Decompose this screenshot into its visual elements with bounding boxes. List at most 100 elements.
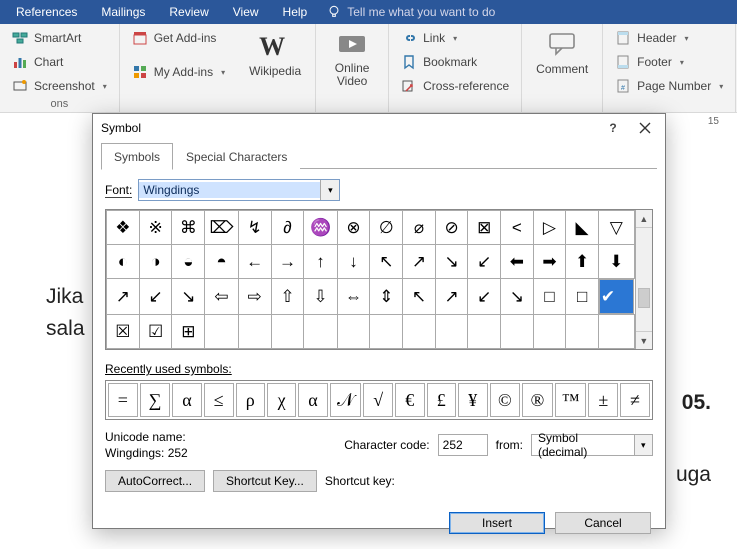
bookmark-button[interactable]: Bookmark (397, 52, 513, 72)
symbol-cell[interactable]: ↘ (172, 279, 205, 315)
scroll-down-button[interactable]: ▼ (636, 331, 652, 349)
header-button[interactable]: Header▾ (611, 28, 727, 48)
symbol-cell[interactable]: ♒ (304, 211, 337, 245)
symbol-cell[interactable]: □ (533, 279, 566, 315)
symbol-cell[interactable]: ⇨ (238, 279, 271, 315)
symbol-cell[interactable] (468, 315, 501, 349)
recent-symbol-cell[interactable]: α (172, 383, 202, 417)
symbol-cell[interactable]: ⇩ (304, 279, 337, 315)
link-button[interactable]: Link▾ (397, 28, 513, 48)
font-combo[interactable]: ▾ (138, 179, 340, 201)
scroll-up-button[interactable]: ▲ (636, 210, 652, 228)
comment-button[interactable]: Comment (530, 28, 594, 78)
recent-symbol-cell[interactable]: ≤ (204, 383, 234, 417)
symbol-cell[interactable] (304, 315, 337, 349)
symbol-cell[interactable] (403, 315, 436, 349)
symbol-cell[interactable]: ↗ (435, 279, 468, 315)
recent-symbol-cell[interactable]: α (298, 383, 328, 417)
symbol-cell[interactable]: ⊠ (468, 211, 501, 245)
symbol-cell[interactable]: ← (238, 245, 271, 279)
symbol-cell[interactable]: ◒ (172, 245, 205, 279)
tab-special-characters[interactable]: Special Characters (173, 143, 300, 170)
symbol-cell[interactable]: ↑ (304, 245, 337, 279)
symbol-cell[interactable]: ↗ (403, 245, 436, 279)
recent-symbol-cell[interactable]: = (108, 383, 138, 417)
shortcut-key-button[interactable]: Shortcut Key... (213, 470, 317, 492)
symbol-cell[interactable]: ➡ (533, 245, 566, 279)
chart-button[interactable]: Chart (8, 52, 111, 72)
wikipedia-button[interactable]: W Wikipedia (243, 30, 307, 80)
tab-view[interactable]: View (221, 1, 271, 23)
symbol-cell[interactable] (598, 315, 634, 349)
recent-symbol-cell[interactable]: ∑ (140, 383, 170, 417)
symbol-cell[interactable]: ⬆ (566, 245, 599, 279)
symbol-cell[interactable]: ⬇ (598, 245, 634, 279)
recent-symbol-cell[interactable]: √ (363, 383, 393, 417)
symbol-cell[interactable]: ☒ (107, 315, 140, 349)
grid-scrollbar[interactable]: ▲ ▼ (635, 210, 652, 349)
symbol-cell[interactable]: ▷ (533, 211, 566, 245)
recent-symbol-cell[interactable]: ™ (555, 383, 587, 417)
recent-symbol-cell[interactable]: ρ (236, 383, 265, 417)
recent-symbol-cell[interactable]: © (490, 383, 521, 417)
recent-symbol-cell[interactable]: χ (267, 383, 296, 417)
cross-reference-button[interactable]: Cross-reference (397, 76, 513, 96)
symbol-cell[interactable]: ⇧ (271, 279, 304, 315)
screenshot-button[interactable]: Screenshot▾ (8, 76, 111, 96)
symbol-cell[interactable]: ↓ (337, 245, 370, 279)
symbol-cell[interactable]: ◐ (107, 245, 140, 279)
symbol-cell[interactable] (337, 315, 370, 349)
symbol-cell[interactable] (370, 315, 403, 349)
symbol-cell[interactable]: ⇕ (370, 279, 403, 315)
scroll-thumb[interactable] (638, 288, 650, 308)
symbol-cell[interactable]: → (271, 245, 304, 279)
autocorrect-button[interactable]: AutoCorrect... (105, 470, 205, 492)
recent-symbol-cell[interactable]: ≠ (620, 383, 650, 417)
symbol-grid[interactable]: ❖※⌘⌦↯∂♒⊗∅⌀⊘⊠<▷◣▽◐◑◒◓←→↑↓↖↗↘↙⬅➡⬆⬇↗↙↘⇦⇨⇧⇩⇔… (106, 210, 635, 349)
symbol-cell[interactable]: ※ (139, 211, 172, 245)
symbol-cell[interactable]: ↙ (468, 245, 501, 279)
symbol-cell[interactable]: ⌀ (403, 211, 436, 245)
symbol-cell[interactable]: ⊞ (172, 315, 205, 349)
symbol-cell[interactable]: ↘ (501, 279, 534, 315)
dialog-titlebar[interactable]: Symbol ? (93, 114, 665, 142)
symbol-cell[interactable]: ⊘ (435, 211, 468, 245)
recent-symbol-cell[interactable]: £ (427, 383, 456, 417)
tell-me-search[interactable]: Tell me what you want to do (319, 5, 495, 19)
cancel-button[interactable]: Cancel (555, 512, 651, 534)
recent-symbol-cell[interactable]: ¥ (458, 383, 487, 417)
symbol-cell[interactable]: □ (566, 279, 599, 315)
recent-symbol-cell[interactable]: ± (588, 383, 618, 417)
symbol-cell[interactable]: ◓ (205, 245, 238, 279)
symbol-cell[interactable]: ⬅ (501, 245, 534, 279)
symbol-cell[interactable]: ↘ (435, 245, 468, 279)
tab-symbols[interactable]: Symbols (101, 143, 173, 170)
symbol-cell[interactable]: ∅ (370, 211, 403, 245)
symbol-cell[interactable]: ⇦ (205, 279, 238, 315)
get-addins-button[interactable]: Get Add-ins (128, 28, 229, 48)
symbol-cell[interactable]: ∂ (271, 211, 304, 245)
symbol-cell[interactable] (501, 315, 534, 349)
symbol-cell[interactable]: ⊗ (337, 211, 370, 245)
symbol-cell[interactable]: < (501, 211, 534, 245)
character-code-input[interactable] (438, 434, 488, 456)
tab-references[interactable]: References (4, 1, 89, 23)
recent-symbol-cell[interactable]: € (395, 383, 424, 417)
recent-symbol-cell[interactable]: 𝒩 (330, 383, 362, 417)
symbol-cell[interactable]: ⇔ (337, 279, 370, 315)
symbol-cell[interactable] (205, 315, 238, 349)
symbol-cell[interactable]: ✔ (599, 279, 634, 314)
symbol-cell[interactable]: ↙ (139, 279, 172, 315)
symbol-cell[interactable]: ↖ (370, 245, 403, 279)
symbol-cell[interactable] (435, 315, 468, 349)
tab-mailings[interactable]: Mailings (89, 1, 157, 23)
dialog-help-button[interactable]: ? (601, 121, 625, 135)
recent-symbol-cell[interactable]: ® (522, 383, 553, 417)
symbol-cell[interactable]: ↗ (107, 279, 140, 315)
symbol-cell[interactable]: ◣ (566, 211, 599, 245)
font-input[interactable] (139, 182, 320, 198)
symbol-cell[interactable] (533, 315, 566, 349)
symbol-cell[interactable] (271, 315, 304, 349)
font-dropdown-button[interactable]: ▾ (320, 180, 339, 200)
symbol-cell[interactable]: ▽ (598, 211, 634, 245)
